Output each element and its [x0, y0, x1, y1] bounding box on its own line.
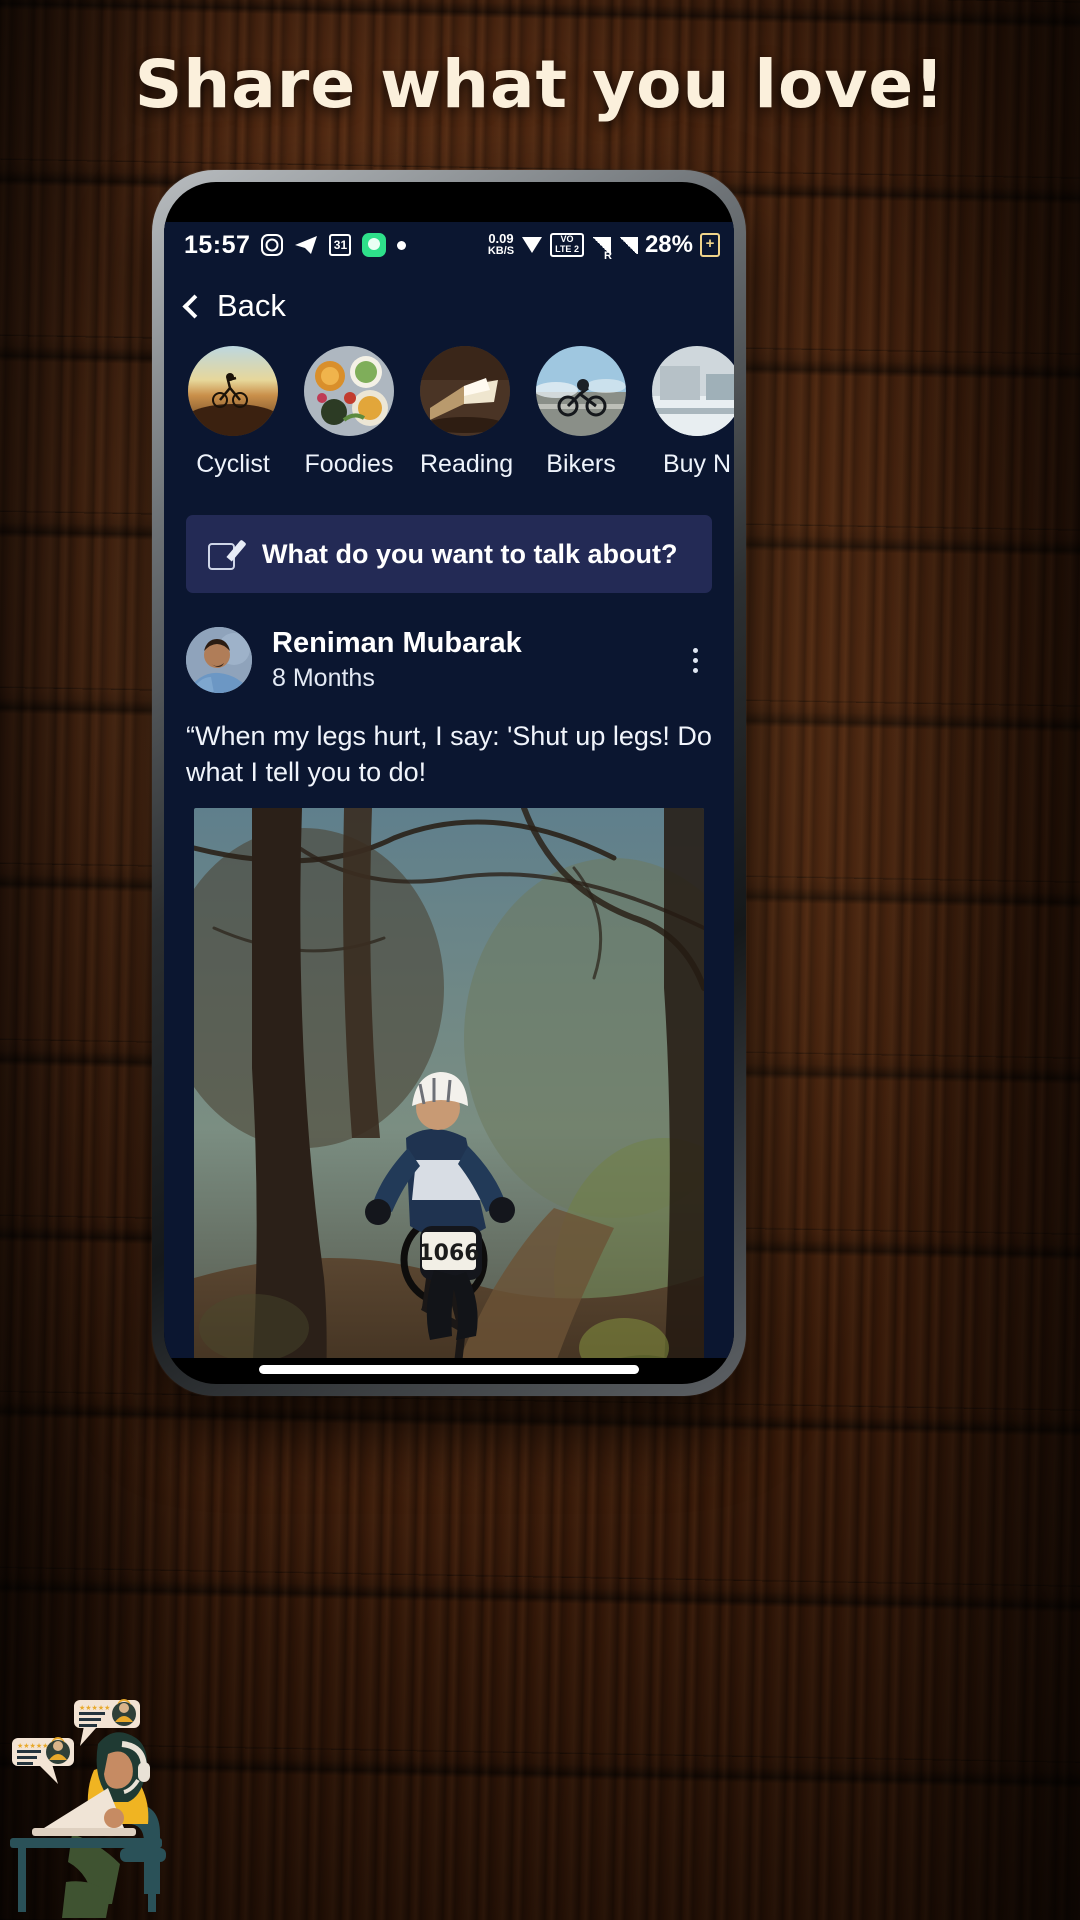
stories-rail[interactable]: Cyclist Foodies Reading Bikers Buy N — [164, 340, 734, 479]
story-item-cyclist[interactable]: Cyclist — [188, 346, 278, 479]
story-item-reading[interactable]: Reading — [420, 346, 514, 479]
svg-text:★★★★★: ★★★★★ — [17, 1742, 48, 1750]
shop-photo — [652, 346, 734, 436]
volte-icon: VO LTE 2 — [550, 233, 584, 257]
story-label: Buy N — [662, 450, 732, 478]
page-title: Share what you love! — [134, 46, 946, 123]
user-avatar-photo[interactable] — [186, 627, 252, 693]
post-card: Reniman Mubarak 8 Months “When my legs h… — [164, 627, 734, 1358]
kebab-menu-icon[interactable] — [678, 641, 712, 679]
post-timestamp: 8 Months — [272, 664, 375, 692]
whatsapp-icon — [362, 233, 387, 257]
svg-text:1066: 1066 — [418, 1241, 479, 1266]
signal-bars-icon — [617, 236, 638, 254]
network-speed-unit: KB/S — [487, 245, 515, 258]
post-meta: Reniman Mubarak 8 Months — [272, 627, 658, 693]
phone-screen-bezel: 15:57 31 0.09 KB/S VO LTE 2 R 28% + Back… — [164, 182, 734, 1384]
pencil-square-icon — [208, 538, 247, 570]
instagram-icon — [261, 234, 284, 256]
post-body-text: “When my legs hurt, I say: 'Shut up legs… — [186, 721, 712, 787]
battery-percent: 28% — [644, 231, 693, 258]
status-time: 15:57 — [184, 230, 251, 259]
motorbike-road-photo — [536, 346, 626, 436]
story-label: Reading — [420, 450, 514, 478]
status-bar: 15:57 31 0.09 KB/S VO LTE 2 R 28% + — [164, 222, 734, 268]
story-label: Bikers — [546, 450, 616, 478]
chevron-left-icon — [182, 293, 207, 319]
battery-charging-icon: + — [700, 233, 720, 257]
woman-reviews-illustration: ★★★★★ ★★★★★ — [2, 1652, 202, 1920]
back-label: Back — [217, 288, 286, 323]
network-speed: 0.09 KB/S — [488, 232, 514, 257]
compose-post-bar[interactable]: What do you want to talk about? — [186, 515, 712, 593]
back-button[interactable]: Back — [164, 268, 734, 340]
telegram-icon — [294, 234, 318, 256]
svg-text:★★★★★: ★★★★★ — [79, 1704, 110, 1712]
cyclist-sunset-photo — [188, 346, 278, 436]
mountain-biker-forest-photo[interactable]: 1066 — [194, 808, 704, 1358]
status-bar-left: 15:57 31 — [184, 231, 488, 260]
status-bar-right: 0.09 KB/S VO LTE 2 28% + — [488, 231, 720, 262]
post-author-name: Reniman Mubarak — [272, 627, 522, 659]
calendar-icon: 31 — [329, 234, 352, 256]
story-item-buy[interactable]: Buy N — [652, 346, 734, 479]
story-label: Cyclist — [196, 450, 270, 478]
home-indicator — [259, 1365, 639, 1374]
poster-stage: Share what you love! 15:57 31 0.09 KB/S … — [0, 0, 1080, 1920]
story-item-foodies[interactable]: Foodies — [304, 346, 394, 479]
open-book-photo — [420, 346, 510, 436]
app-screen: 15:57 31 0.09 KB/S VO LTE 2 R 28% + Back… — [164, 222, 734, 1358]
signal-bars-roaming-icon — [590, 236, 612, 262]
compose-placeholder: What do you want to talk about? — [262, 538, 678, 569]
post-header: Reniman Mubarak 8 Months — [186, 627, 712, 693]
phone-mockup: 15:57 31 0.09 KB/S VO LTE 2 R 28% + Back… — [152, 170, 746, 1396]
dot-icon — [397, 240, 407, 250]
story-item-bikers[interactable]: Bikers — [536, 346, 626, 479]
food-bowls-photo — [304, 346, 394, 436]
volte-bottom-label: LTE 2 — [555, 244, 579, 254]
download-arrow-icon — [521, 235, 543, 255]
story-label: Foodies — [304, 450, 394, 478]
